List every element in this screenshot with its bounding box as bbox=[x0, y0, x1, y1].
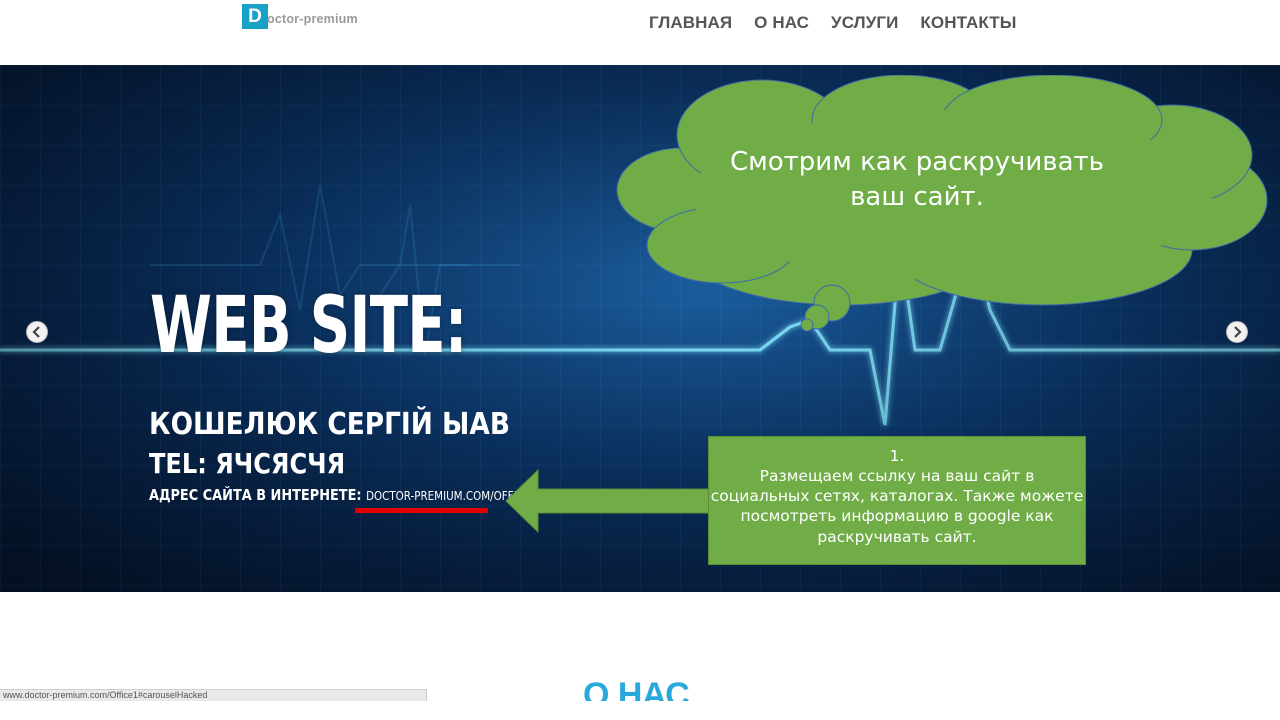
browser-status-bar: www.doctor-premium.com/Office1#carouselH… bbox=[0, 689, 427, 701]
main-nav: ГЛАВНАЯ О НАС УСЛУГИ КОНТАКТЫ bbox=[649, 13, 1017, 33]
callout-line: раскручивать сайт. bbox=[817, 527, 977, 546]
hero-carousel: WEB SITE: КОШЕЛЮК СЕРГІЙ ЫАВ TEL: ЯЧСЯСЧ… bbox=[0, 65, 1280, 592]
nav-item-services[interactable]: УСЛУГИ bbox=[831, 13, 898, 33]
callout-line: Размещаем ссылку на ваш сайт в bbox=[759, 467, 1035, 486]
page-bottom-strip bbox=[0, 701, 1280, 720]
owner-name: КОШЕЛЮК СЕРГІЙ ЫАВ bbox=[149, 407, 510, 442]
tel-value: ЯЧСЯСЧЯ bbox=[215, 447, 346, 480]
arrow-left-icon bbox=[505, 469, 713, 533]
address-label: АДРЕС САЙТА В ИНТЕРНЕТЕ: bbox=[149, 486, 362, 504]
carousel-prev-button[interactable] bbox=[26, 321, 48, 343]
logo-text: octor-premium bbox=[267, 12, 358, 26]
chevron-left-icon bbox=[32, 326, 40, 338]
cloud-annotation: Смотрим как раскручивать ваш сайт. bbox=[612, 74, 1272, 345]
callout-line: посмотреть информацию в google как bbox=[740, 507, 1054, 526]
site-logo[interactable]: D octor-premium bbox=[242, 3, 358, 29]
hero-title: WEB SITE: bbox=[150, 281, 467, 371]
nav-item-contacts[interactable]: КОНТАКТЫ bbox=[920, 13, 1016, 33]
logo-badge: D bbox=[242, 4, 268, 29]
tel-row: TEL: ЯЧСЯСЧЯ bbox=[149, 450, 345, 478]
callout-box: 1. Размещаем ссылку на ваш сайт в социал… bbox=[708, 436, 1086, 565]
address-row: АДРЕС САЙТА В ИНТЕРНЕТЕ: DOCTOR-PREMIUM.… bbox=[149, 488, 537, 503]
nav-item-about[interactable]: О НАС bbox=[754, 13, 809, 33]
tel-label: TEL: bbox=[149, 447, 207, 480]
site-header: D octor-premium ГЛАВНАЯ О НАС УСЛУГИ КОН… bbox=[0, 0, 1280, 65]
nav-item-home[interactable]: ГЛАВНАЯ bbox=[649, 13, 732, 33]
cloud-text: Смотрим как раскручивать ваш сайт. bbox=[729, 147, 1105, 213]
callout-number: 1. bbox=[889, 447, 905, 465]
red-underline-annotation bbox=[355, 508, 488, 513]
callout-line: социальных сетях, каталогах. Также может… bbox=[710, 487, 1084, 506]
